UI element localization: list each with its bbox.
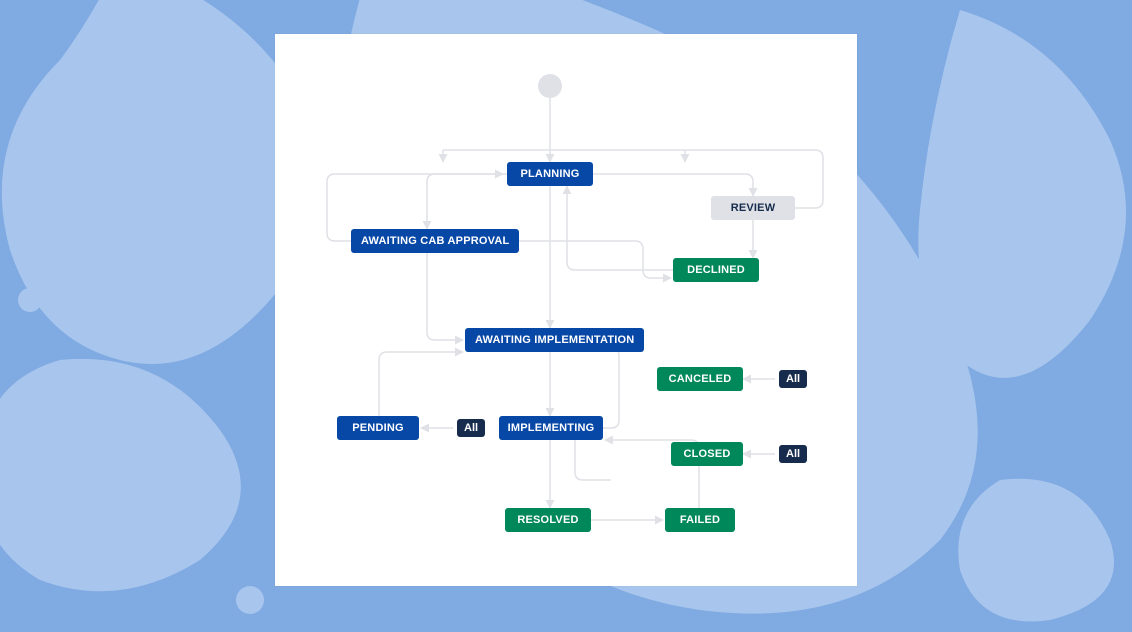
- badge-canceled-all[interactable]: All: [779, 370, 807, 388]
- node-resolved[interactable]: RESOLVED: [505, 508, 591, 532]
- workflow-start[interactable]: [538, 74, 562, 98]
- node-review[interactable]: REVIEW: [711, 196, 795, 220]
- node-declined[interactable]: DECLINED: [673, 258, 759, 282]
- node-label: CANCELED: [669, 373, 732, 385]
- badge-label: All: [464, 422, 478, 434]
- node-implementing[interactable]: IMPLEMENTING: [499, 416, 603, 440]
- node-awaiting-cab-approval[interactable]: AWAITING CAB APPROVAL: [351, 229, 519, 253]
- node-label: RESOLVED: [517, 514, 578, 526]
- node-label: PENDING: [352, 422, 404, 434]
- workflow-diagram: PLANNING REVIEW AWAITING CAB APPROVAL DE…: [275, 34, 857, 586]
- badge-closed-all[interactable]: All: [779, 445, 807, 463]
- badge-label: All: [786, 448, 800, 460]
- badge-label: All: [786, 373, 800, 385]
- node-label: PLANNING: [520, 168, 579, 180]
- node-label: AWAITING CAB APPROVAL: [361, 235, 509, 247]
- node-label: CLOSED: [683, 448, 730, 460]
- node-closed[interactable]: CLOSED: [671, 442, 743, 466]
- node-planning[interactable]: PLANNING: [507, 162, 593, 186]
- node-awaiting-implementation[interactable]: AWAITING IMPLEMENTATION: [465, 328, 644, 352]
- node-label: AWAITING IMPLEMENTATION: [475, 334, 634, 346]
- badge-pending-all[interactable]: All: [457, 419, 485, 437]
- node-label: IMPLEMENTING: [508, 422, 595, 434]
- node-pending[interactable]: PENDING: [337, 416, 419, 440]
- node-failed[interactable]: FAILED: [665, 508, 735, 532]
- workflow-arrows: [275, 34, 857, 586]
- node-label: DECLINED: [687, 264, 745, 276]
- node-canceled[interactable]: CANCELED: [657, 367, 743, 391]
- node-label: REVIEW: [731, 202, 776, 214]
- node-label: FAILED: [680, 514, 720, 526]
